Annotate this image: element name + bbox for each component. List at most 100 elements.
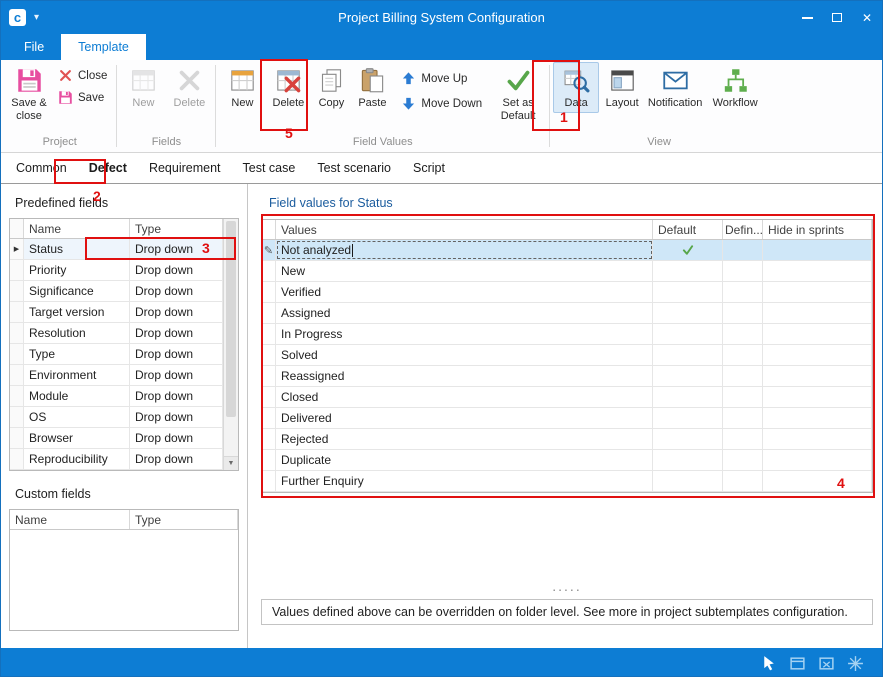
hide-cell[interactable] (763, 471, 872, 491)
field-name-cell[interactable]: Reproducibility (24, 449, 130, 469)
default-cell[interactable] (653, 408, 723, 428)
default-cell[interactable] (653, 429, 723, 449)
default-cell[interactable] (653, 387, 723, 407)
field-type-cell[interactable]: Drop down (130, 386, 223, 406)
default-cell[interactable] (653, 450, 723, 470)
field-values-new-button[interactable]: New (219, 62, 265, 113)
column-header-values[interactable]: Values (276, 220, 653, 239)
minimize-button[interactable] (792, 1, 822, 34)
value-row-not-analyzed[interactable]: ✎ Not analyzed (262, 240, 872, 261)
default-cell[interactable] (653, 303, 723, 323)
copy-button[interactable]: Copy (311, 62, 351, 113)
defined-cell[interactable] (723, 282, 763, 302)
scrollbar-thumb[interactable] (226, 221, 236, 417)
maximize-button[interactable] (822, 1, 852, 34)
tab-requirement[interactable]: Requirement (138, 155, 232, 183)
value-cell[interactable]: New (276, 261, 653, 281)
value-cell[interactable]: In Progress (276, 324, 653, 344)
default-cell[interactable] (653, 282, 723, 302)
value-cell[interactable]: Solved (276, 345, 653, 365)
value-cell[interactable]: Verified (276, 282, 653, 302)
field-name-cell[interactable]: Status (24, 239, 130, 259)
field-type-cell[interactable]: Drop down (130, 407, 223, 427)
table-row[interactable]: Environment Drop down (10, 365, 223, 386)
value-cell[interactable]: Rejected (276, 429, 653, 449)
defined-cell[interactable] (723, 429, 763, 449)
hide-cell[interactable] (763, 408, 872, 428)
table-row[interactable]: OS Drop down (10, 407, 223, 428)
value-row[interactable]: Solved (262, 345, 872, 366)
defined-cell[interactable] (723, 387, 763, 407)
field-type-cell[interactable]: Drop down (130, 365, 223, 385)
defined-cell[interactable] (723, 303, 763, 323)
value-cell[interactable]: Assigned (276, 303, 653, 323)
hide-cell[interactable] (763, 387, 872, 407)
value-row[interactable]: Closed (262, 387, 872, 408)
table-row[interactable]: Priority Drop down (10, 260, 223, 281)
value-row[interactable]: Assigned (262, 303, 872, 324)
pointer-tool-icon[interactable] (760, 655, 777, 672)
default-cell[interactable] (653, 324, 723, 344)
set-as-default-button[interactable]: Set as Default (490, 62, 546, 125)
defined-cell[interactable] (723, 471, 763, 491)
notification-view-button[interactable]: Notification (645, 62, 705, 113)
field-name-cell[interactable]: Significance (24, 281, 130, 301)
column-header-type[interactable]: Type (130, 219, 223, 238)
value-cell[interactable]: Duplicate (276, 450, 653, 470)
ribbon-tab-template[interactable]: Template (61, 34, 146, 60)
close-window-view-icon[interactable] (818, 655, 835, 672)
field-name-cell[interactable]: Target version (24, 302, 130, 322)
field-type-cell[interactable]: Drop down (130, 344, 223, 364)
field-name-cell[interactable]: Priority (24, 260, 130, 280)
field-type-cell[interactable]: Drop down (130, 449, 223, 469)
field-name-cell[interactable]: Type (24, 344, 130, 364)
value-row[interactable]: In Progress (262, 324, 872, 345)
column-header-name[interactable]: Name (10, 510, 130, 529)
hide-cell[interactable] (763, 345, 872, 365)
move-down-button[interactable]: Move Down (397, 95, 486, 112)
tab-test-scenario[interactable]: Test scenario (306, 155, 402, 183)
value-cell[interactable]: Closed (276, 387, 653, 407)
field-values-delete-button[interactable]: Delete (265, 62, 311, 113)
value-cell[interactable]: Further Enquiry (276, 471, 653, 491)
window-view-icon[interactable] (789, 655, 806, 672)
field-type-cell[interactable]: Drop down (130, 428, 223, 448)
table-row[interactable]: Resolution Drop down (10, 323, 223, 344)
value-row[interactable]: Delivered (262, 408, 872, 429)
defined-cell[interactable] (723, 261, 763, 281)
scroll-down-icon[interactable]: ▼ (224, 456, 238, 470)
value-row[interactable]: Duplicate (262, 450, 872, 471)
hide-cell[interactable] (763, 429, 872, 449)
close-button[interactable]: Close (54, 67, 111, 84)
defined-cell[interactable] (723, 450, 763, 470)
value-row[interactable]: Further Enquiry (262, 471, 872, 492)
default-cell[interactable] (653, 345, 723, 365)
value-row[interactable]: Reassigned (262, 366, 872, 387)
app-logo-icon[interactable]: c (9, 9, 26, 26)
column-header-default[interactable]: Default (653, 220, 723, 239)
layout-view-button[interactable]: Layout (599, 62, 645, 113)
value-row[interactable]: New (262, 261, 872, 282)
field-name-cell[interactable]: Browser (24, 428, 130, 448)
quick-access-dropdown-icon[interactable]: ▾ (34, 12, 39, 23)
value-row[interactable]: Verified (262, 282, 872, 303)
save-and-close-button[interactable]: Save & close (6, 62, 52, 125)
vertical-scrollbar[interactable]: ▼ (223, 219, 238, 470)
field-type-cell[interactable]: Drop down (130, 281, 223, 301)
defined-cell[interactable] (723, 324, 763, 344)
hide-cell[interactable] (763, 324, 872, 344)
settings-asterisk-icon[interactable] (847, 655, 864, 672)
default-cell[interactable] (653, 240, 723, 260)
column-header-hide-in-sprints[interactable]: Hide in sprints (763, 220, 872, 239)
field-name-cell[interactable]: OS (24, 407, 130, 427)
save-button[interactable]: Save (54, 89, 111, 106)
field-name-cell[interactable]: Resolution (24, 323, 130, 343)
table-row-status[interactable]: ▶ Status Drop down (10, 239, 223, 260)
move-up-button[interactable]: Move Up (397, 70, 486, 87)
fields-delete-button[interactable]: Delete (166, 62, 212, 113)
workflow-view-button[interactable]: Workflow (705, 62, 765, 113)
tab-script[interactable]: Script (402, 155, 456, 183)
column-header-name[interactable]: Name (24, 219, 130, 238)
field-name-cell[interactable]: Environment (24, 365, 130, 385)
table-row[interactable]: Type Drop down (10, 344, 223, 365)
